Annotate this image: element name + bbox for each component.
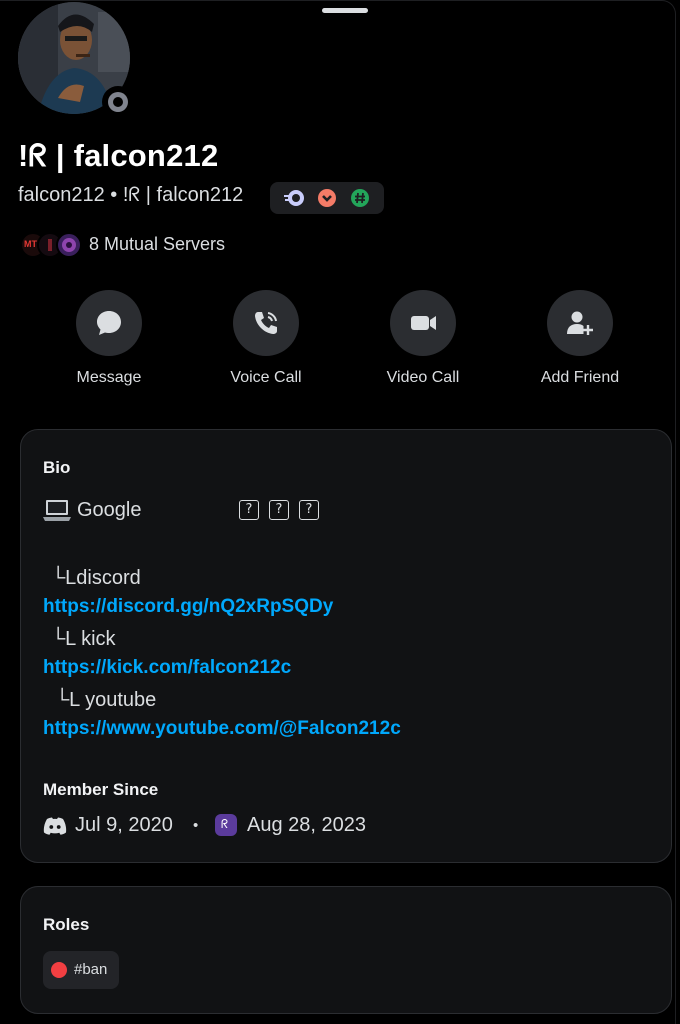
server-purple-icon (56, 232, 82, 258)
boost-badge-icon[interactable] (318, 189, 336, 207)
roles-heading: Roles (43, 915, 90, 934)
bio-youtube-label: └L youtube (55, 689, 157, 711)
add-friend-button[interactable]: Add Friend (520, 290, 640, 387)
mutual-servers-label: 8 Mutual Servers (89, 234, 226, 254)
add-friend-label: Add Friend (540, 369, 620, 386)
username-line[interactable]: falcon212 • !ᖇ | falcon212 (18, 184, 243, 207)
profile-sheet: !ᖇ | falcon212 falcon212 • !ᖇ | falcon21… (0, 0, 680, 1024)
video-call-button[interactable]: Video Call (363, 290, 483, 387)
message-button[interactable]: Message (49, 290, 169, 387)
youtube-link[interactable]: https://www.youtube.com/@Falcon212c (43, 718, 401, 740)
missing-glyph-box: ? (269, 500, 289, 520)
missing-glyph-box: ? (299, 500, 319, 520)
bio-card: Bio Google ? ? ? └Ldiscord https://disco… (20, 429, 672, 863)
phone-icon (255, 312, 277, 334)
server-logo-icon: ᖇ (215, 814, 237, 836)
message-circle[interactable] (76, 290, 142, 356)
display-name: !ᖇ | falcon212 (18, 138, 219, 173)
chat-bubble-icon (97, 311, 121, 335)
add-friend-circle[interactable] (547, 290, 613, 356)
video-call-label: Video Call (386, 369, 460, 386)
kick-link[interactable]: https://kick.com/falcon212c (43, 657, 291, 679)
badge-container (270, 182, 384, 214)
video-call-circle[interactable] (390, 290, 456, 356)
status-indicator (102, 86, 134, 118)
voice-call-circle[interactable] (233, 290, 299, 356)
nitro-badge-icon[interactable] (284, 189, 304, 207)
drag-handle[interactable] (322, 8, 368, 13)
hashtag-badge-icon[interactable] (351, 189, 369, 207)
member-since-heading: Member Since (43, 780, 159, 799)
discord-join-date: Jul 9, 2020 (75, 814, 173, 836)
date-separator: • (193, 817, 199, 834)
bio-discord-label: └Ldiscord (51, 567, 141, 589)
role-name: #ban (74, 961, 108, 978)
discord-logo-icon (43, 817, 67, 840)
message-label: Message (76, 369, 142, 386)
discord-invite-link[interactable]: https://discord.gg/nQ2xRpSQDy (43, 596, 333, 618)
video-camera-icon (411, 316, 436, 330)
voice-call-button[interactable]: Voice Call (206, 290, 326, 387)
laptop-icon (43, 498, 71, 527)
missing-glyph-box: ? (239, 500, 259, 520)
roles-card: Roles #ban (20, 886, 672, 1014)
bio-heading: Bio (43, 458, 71, 477)
add-friend-icon (567, 311, 593, 335)
bio-kick-label: └L kick (51, 628, 116, 650)
role-color-dot (51, 962, 67, 978)
server-join-date: Aug 28, 2023 (247, 814, 366, 836)
role-pill[interactable]: #ban (43, 951, 119, 989)
bio-google-text: Google (77, 499, 142, 521)
voice-call-label: Voice Call (230, 369, 302, 386)
